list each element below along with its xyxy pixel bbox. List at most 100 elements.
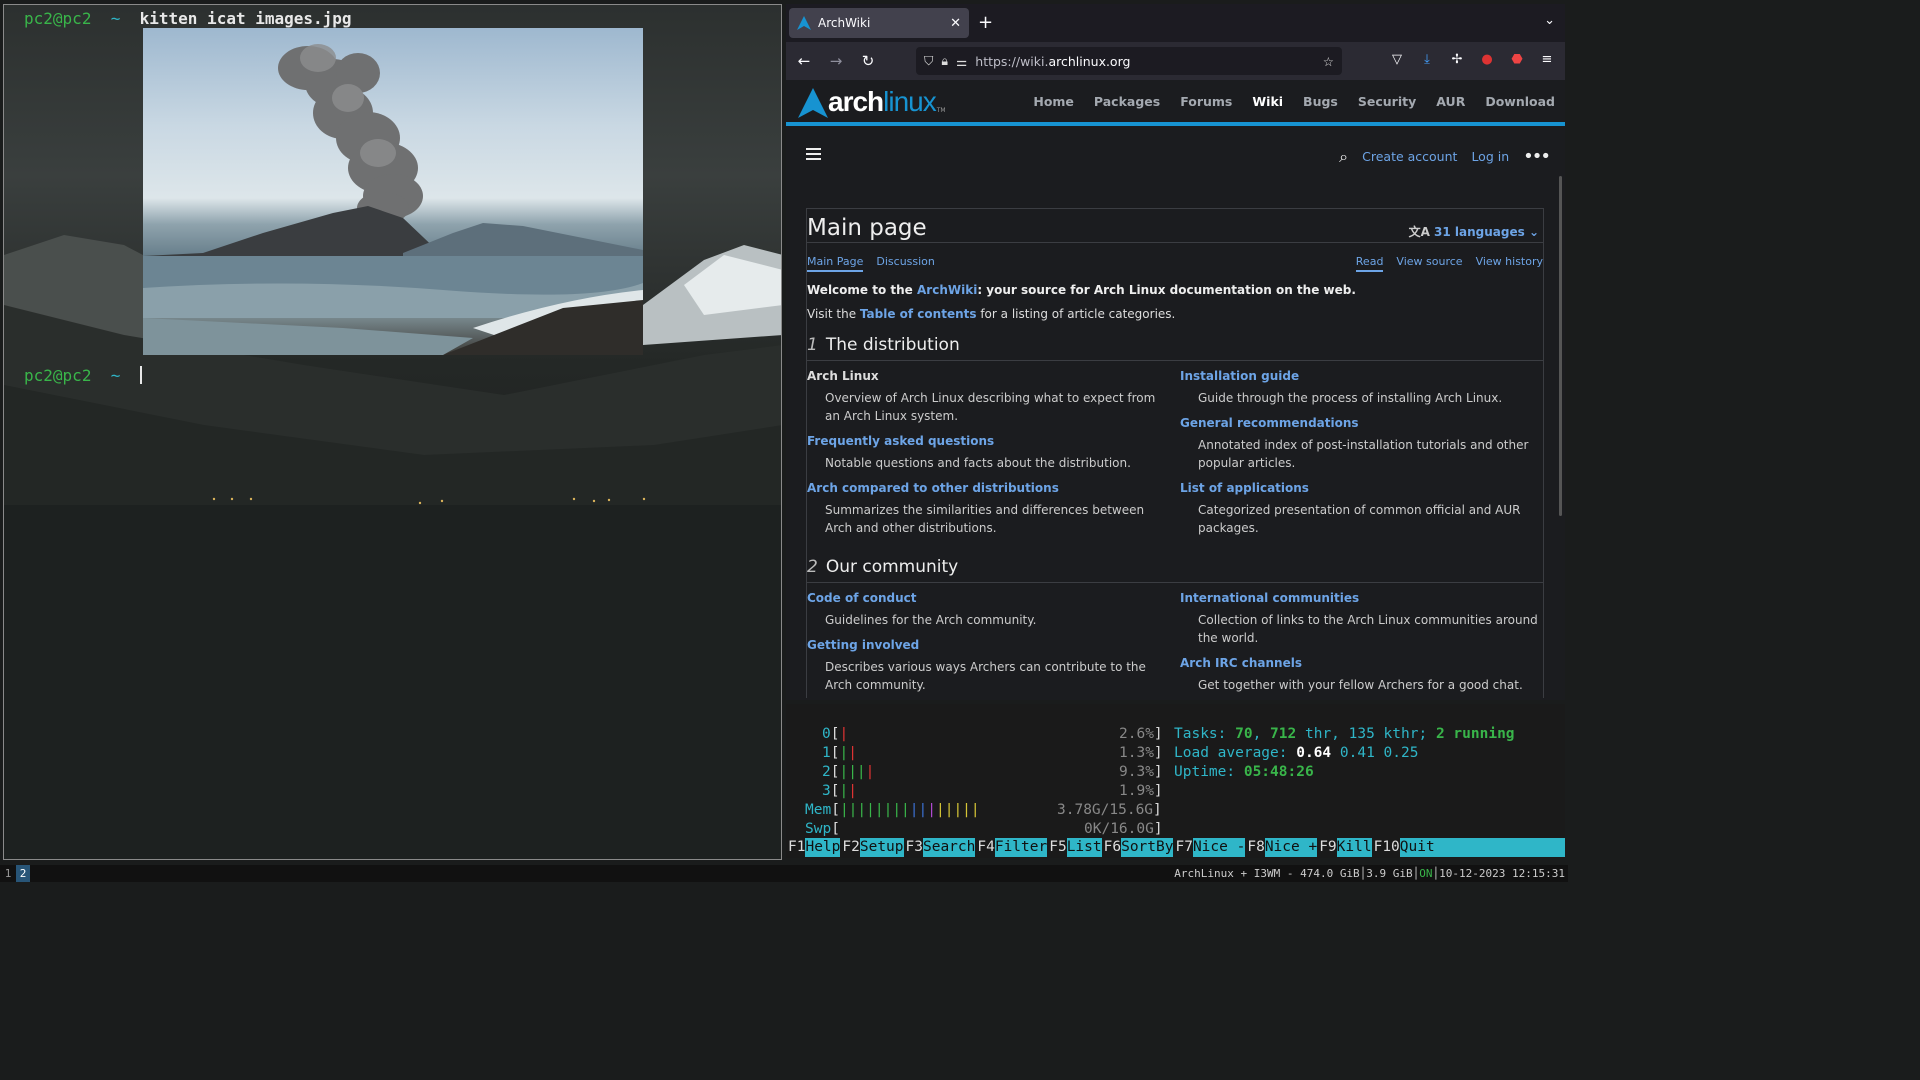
prompt-dir: ~: [110, 9, 121, 28]
welcome-text: Welcome to the ArchWiki: your source for…: [807, 283, 1356, 297]
download-icon[interactable]: ⤓: [1419, 52, 1435, 67]
tab-view-history[interactable]: View history: [1476, 255, 1543, 272]
nav-home[interactable]: Home: [1033, 94, 1074, 109]
item-desc: Summarizes the similarities and differen…: [825, 503, 1145, 535]
languages-button[interactable]: 文A 31 languages ⌄: [1409, 223, 1539, 240]
f1-key[interactable]: F1: [786, 838, 805, 857]
main-menu-icon[interactable]: [806, 148, 821, 160]
nav-wiki[interactable]: Wiki: [1252, 94, 1283, 109]
pocket-icon[interactable]: ▽: [1389, 52, 1405, 67]
page-scrollbar[interactable]: [1559, 176, 1562, 516]
new-tab-button[interactable]: +: [978, 12, 993, 33]
item-desc: Guidelines for the Arch community.: [825, 613, 1037, 627]
nav-packages[interactable]: Packages: [1094, 94, 1160, 109]
f9-key[interactable]: F9: [1317, 838, 1336, 857]
f5-key[interactable]: F5: [1047, 838, 1066, 857]
uptime-line: Uptime: 05:48:26: [1174, 764, 1314, 780]
tab-view-source[interactable]: View source: [1396, 255, 1462, 272]
f4-key[interactable]: F4: [975, 838, 994, 857]
f8-key[interactable]: F8: [1245, 838, 1264, 857]
permissions-icon[interactable]: ⚌: [956, 54, 967, 69]
f3-search[interactable]: Search: [922, 838, 976, 857]
search-icon[interactable]: ⌕: [1339, 147, 1348, 167]
workspace-1-button[interactable]: 1: [1, 865, 15, 882]
cpu0-meter: 0[|: [822, 726, 849, 742]
mem-meter: Mem[||||||||||||||||: [805, 802, 980, 818]
adblock-icon[interactable]: ⬣: [1509, 52, 1525, 67]
status-info: ArchLinux + I3WM - 474.0 GiB│3.9 GiB│ON│…: [1174, 867, 1565, 880]
f5-list[interactable]: List: [1066, 838, 1102, 857]
archlinux-logo[interactable]: arch linux TM: [798, 86, 946, 118]
item-title[interactable]: Arch Linux: [807, 369, 1167, 383]
item-desc: Notable questions and facts about the di…: [825, 456, 1131, 470]
tab-read[interactable]: Read: [1355, 255, 1384, 272]
wiki-toolbar: ⌕ Create account Log in •••: [786, 126, 1565, 182]
back-arrow-icon[interactable]: ←: [794, 52, 814, 70]
nav-security[interactable]: Security: [1358, 94, 1416, 109]
tab-discussion[interactable]: Discussion: [876, 255, 935, 272]
lock-icon[interactable]: 🔒︎: [941, 53, 948, 69]
f4-filter[interactable]: Filter: [994, 838, 1048, 857]
more-options-icon[interactable]: •••: [1523, 146, 1551, 167]
create-account-link[interactable]: Create account: [1362, 149, 1457, 164]
f9-kill[interactable]: Kill: [1336, 838, 1372, 857]
item-title[interactable]: Getting involved: [807, 638, 1167, 652]
f7-key[interactable]: F7: [1173, 838, 1192, 857]
menu-icon[interactable]: ≡: [1539, 52, 1555, 67]
tasks-line: Tasks: 70, 712 thr, 135 kthr; 2 running: [1174, 726, 1515, 742]
arch-header: arch linux TM Home Packages Forums Wiki Bu…: [786, 80, 1565, 126]
item-desc: Overview of Arch Linux describing what t…: [825, 391, 1156, 423]
ublock-icon[interactable]: ●: [1479, 52, 1495, 67]
list-all-tabs-chevron-icon[interactable]: ⌄: [1544, 13, 1555, 28]
terminal-prompt-line-1: pc2@pc2 ~ kitten icat images.jpg: [24, 9, 352, 28]
item-title[interactable]: Installation guide: [1180, 369, 1540, 383]
reload-icon[interactable]: ↻: [858, 52, 878, 70]
f10-quit[interactable]: Quit: [1399, 838, 1565, 857]
cpu1-percent: 1.3%]: [1119, 745, 1163, 761]
logo-tm: TM: [936, 107, 946, 114]
f3-key[interactable]: F3: [904, 838, 923, 857]
tab-bar: ArchWiki ✕ + ⌄: [786, 4, 1565, 42]
item-title[interactable]: Arch IRC channels: [1180, 656, 1540, 670]
item-title[interactable]: General recommendations: [1180, 416, 1540, 430]
item-title[interactable]: International communities: [1180, 591, 1540, 605]
list-item: Code of conduct Guidelines for the Arch …: [807, 591, 1167, 629]
archwiki-link[interactable]: ArchWiki: [917, 283, 977, 297]
forward-arrow-icon[interactable]: →: [826, 52, 846, 70]
f6-key[interactable]: F6: [1102, 838, 1121, 857]
prompt-user: pc2: [24, 9, 53, 28]
f2-setup[interactable]: Setup: [859, 838, 904, 857]
item-title[interactable]: Code of conduct: [807, 591, 1167, 605]
f10-key[interactable]: F10: [1372, 838, 1400, 857]
close-tab-icon[interactable]: ✕: [950, 16, 961, 31]
url-host: archlinux.org: [1048, 53, 1131, 69]
section-community-heading: 2 Our community: [807, 557, 1543, 583]
f8-nice-plus[interactable]: Nice +: [1264, 838, 1318, 857]
tab-main-page[interactable]: Main Page: [807, 255, 864, 272]
workspace-2-button[interactable]: 2: [16, 865, 30, 882]
url-bar[interactable]: ⛉ 🔒︎ ⚌ https://wiki.archlinux.org ☆: [916, 47, 1342, 75]
f6-sortby[interactable]: SortBy: [1121, 838, 1174, 857]
htop-terminal[interactable]: 0[| 2.6%] 1[|| 1.3%] 2[|||| 9.3%] 3[|| 1…: [786, 704, 1565, 858]
nav-aur[interactable]: AUR: [1436, 94, 1465, 109]
bookmark-star-icon[interactable]: ☆: [1323, 54, 1334, 69]
item-title[interactable]: List of applications: [1180, 481, 1540, 495]
section-distribution-heading: 1 The distribution: [807, 335, 1543, 361]
log-in-link[interactable]: Log in: [1471, 149, 1509, 164]
f7-nice-minus[interactable]: Nice -: [1192, 838, 1246, 857]
terminal-window[interactable]: pc2@pc2 ~ kitten icat images.jpg pc2@pc2…: [3, 4, 782, 860]
item-title[interactable]: Frequently asked questions: [807, 434, 1167, 448]
nav-bugs[interactable]: Bugs: [1303, 94, 1338, 109]
browser-window[interactable]: ArchWiki ✕ + ⌄ ← → ↻ ⛉ 🔒︎ ⚌ https://wiki…: [786, 4, 1565, 700]
tab-archwiki[interactable]: ArchWiki ✕: [789, 8, 969, 38]
f2-key[interactable]: F2: [840, 838, 859, 857]
shield-icon[interactable]: ⛉: [924, 53, 933, 69]
nav-forums[interactable]: Forums: [1180, 94, 1232, 109]
item-title[interactable]: Arch compared to other distributions: [807, 481, 1167, 495]
status-on: ON: [1419, 867, 1433, 880]
f1-help[interactable]: Help: [805, 838, 841, 857]
cpu3-meter: 3[||: [822, 783, 857, 799]
nav-download[interactable]: Download: [1485, 94, 1555, 109]
table-of-contents-link[interactable]: Table of contents: [860, 307, 977, 321]
extensions-icon[interactable]: ✢: [1449, 52, 1465, 67]
